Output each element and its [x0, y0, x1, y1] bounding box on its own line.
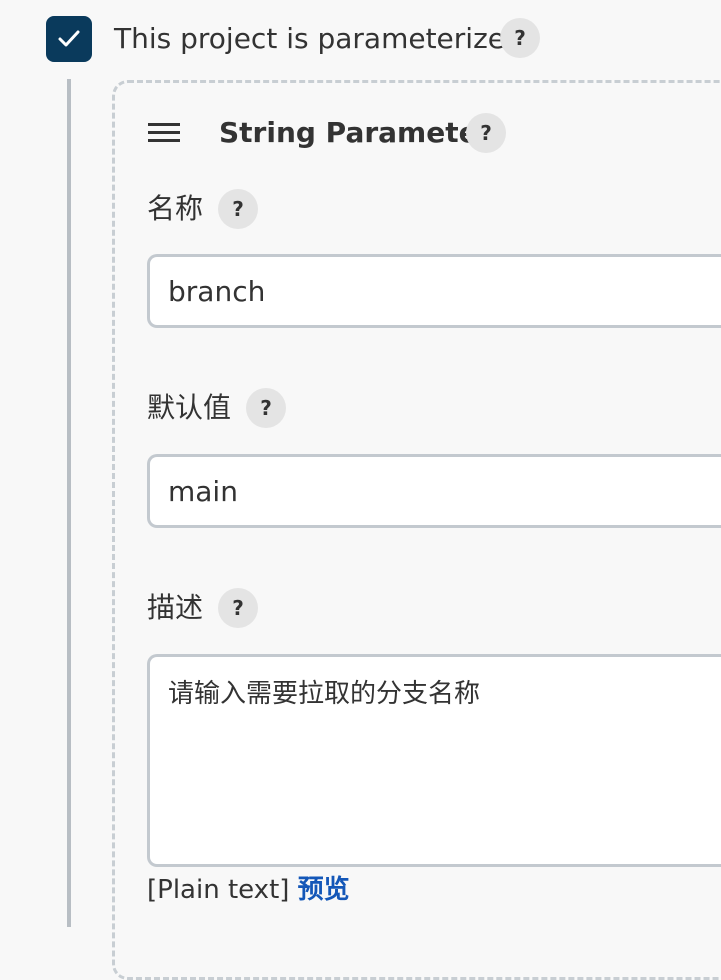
string-parameter-title: String Parameter [219, 116, 492, 149]
checkmark-icon [58, 30, 80, 47]
parameterized-checkbox[interactable] [46, 16, 92, 62]
default-value-label: 默认值 [147, 391, 232, 424]
description-help-icon[interactable]: ? [218, 588, 258, 628]
syntax-label: [Plain text] [147, 875, 290, 905]
string-parameter-help-icon[interactable]: ? [466, 113, 506, 153]
parameterized-label[interactable]: This project is parameterized [114, 19, 523, 59]
name-help-icon[interactable]: ? [218, 189, 258, 229]
description-label: 描述 [147, 591, 204, 624]
default-value-help-icon[interactable]: ? [246, 388, 286, 428]
hamburger-icon[interactable] [148, 123, 182, 143]
description-syntax-note: [Plain text] 预览 [147, 870, 350, 910]
description-textarea[interactable]: 请输入需要拉取的分支名称 [147, 654, 721, 867]
default-value-input[interactable] [147, 454, 721, 528]
parameterized-help-icon[interactable]: ? [500, 18, 540, 58]
preview-link[interactable]: 预览 [298, 875, 350, 905]
section-indent-line [67, 79, 71, 927]
name-label: 名称 [147, 192, 204, 225]
name-input[interactable] [147, 254, 721, 328]
